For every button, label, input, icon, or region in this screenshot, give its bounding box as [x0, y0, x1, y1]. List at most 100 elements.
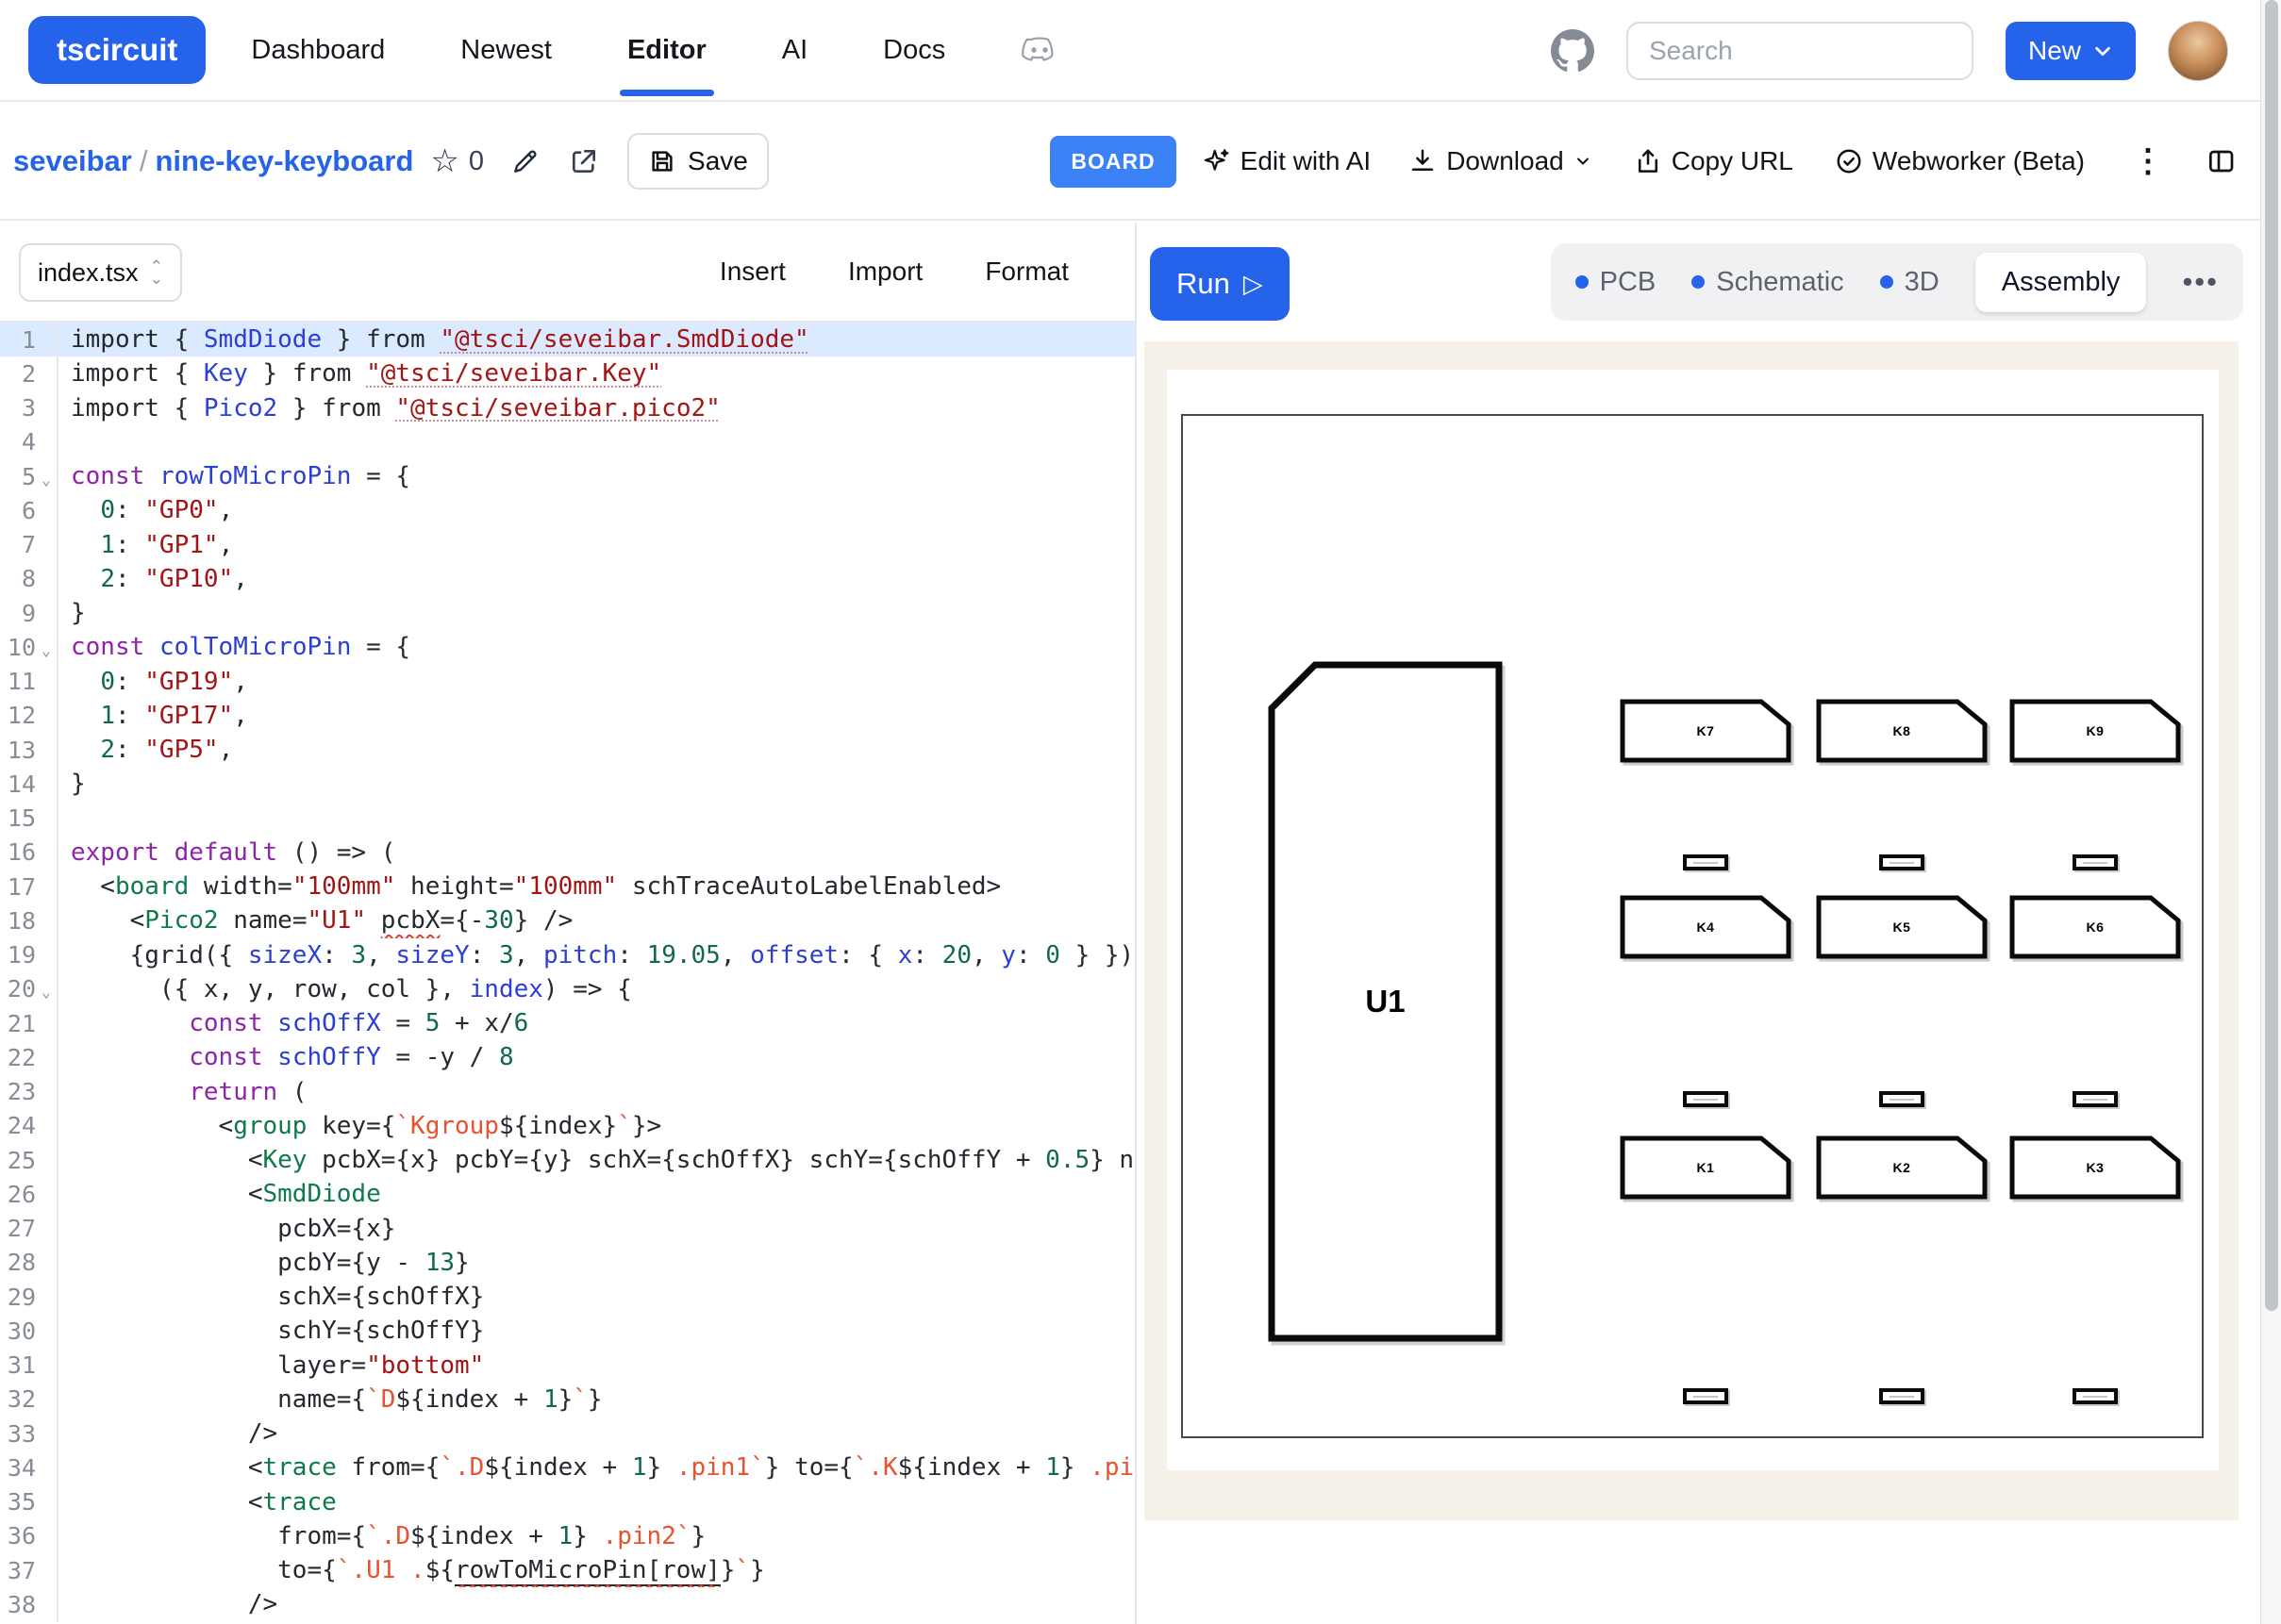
assembly-chip-u1[interactable]: U1: [1268, 661, 1503, 1342]
tab-pcb[interactable]: PCB: [1575, 267, 1657, 298]
code-line-4[interactable]: 4: [0, 425, 1135, 459]
code-line-1[interactable]: 1import { SmdDiode } from "@tsci/seveiba…: [0, 323, 1135, 356]
assembly-diode[interactable]: [2073, 1091, 2118, 1107]
breadcrumb: seveibar/nine-key-keyboard: [13, 144, 413, 178]
assembly-diode[interactable]: [2073, 854, 2118, 870]
download-button[interactable]: Download: [1408, 146, 1592, 176]
nav-item-docs[interactable]: Docs: [883, 0, 945, 100]
code-line-23[interactable]: 23 return (: [0, 1075, 1135, 1109]
code-line-31[interactable]: 31 layer="bottom": [0, 1349, 1135, 1383]
tabs-more-icon[interactable]: •••: [2182, 265, 2219, 299]
assembly-key-k5[interactable]: K5: [1816, 895, 1988, 959]
code-line-34[interactable]: 34 <trace from={`.D${index + 1} .pin1`} …: [0, 1450, 1135, 1484]
code-area[interactable]: 1import { SmdDiode } from "@tsci/seveiba…: [0, 323, 1135, 1622]
code-line-15[interactable]: 15: [0, 802, 1135, 836]
star-icon[interactable]: ☆: [430, 142, 458, 180]
nav-item-dashboard[interactable]: Dashboard: [251, 0, 385, 100]
assembly-diode[interactable]: [1879, 1388, 1924, 1404]
breadcrumb-project[interactable]: nine-key-keyboard: [155, 144, 413, 177]
code-line-7[interactable]: 7 1: "GP1",: [0, 528, 1135, 562]
code-line-12[interactable]: 12 1: "GP17",: [0, 699, 1135, 733]
scrollbar-thumb[interactable]: [2265, 0, 2278, 1311]
code-line-29[interactable]: 29 schX={schOffX}: [0, 1280, 1135, 1314]
copy-url-button[interactable]: Copy URL: [1634, 146, 1793, 176]
assembly-key-k2[interactable]: K2: [1816, 1135, 1988, 1200]
assembly-diode[interactable]: [1683, 1091, 1728, 1107]
new-button[interactable]: New: [2006, 22, 2136, 80]
code-line-19[interactable]: 19 {grid({ sizeX: 3, sizeY: 3, pitch: 19…: [0, 938, 1135, 972]
breadcrumb-owner[interactable]: seveibar: [13, 144, 132, 177]
webworker-toggle[interactable]: Webworker (Beta): [1835, 146, 2085, 176]
code-line-17[interactable]: 17 <board width="100mm" height="100mm" s…: [0, 870, 1135, 903]
assembly-key-k8[interactable]: K8: [1816, 699, 1988, 763]
fold-spacer: [36, 1500, 57, 1505]
assembly-key-k3[interactable]: K3: [2009, 1135, 2181, 1200]
code-line-20[interactable]: 20⌄ ({ x, y, row, col }, index) => {: [0, 972, 1135, 1006]
assembly-key-k1[interactable]: K1: [1620, 1135, 1791, 1200]
run-button[interactable]: Run ▷: [1150, 247, 1290, 321]
code-line-18[interactable]: 18 <Pico2 name="U1" pcbX={-30} />: [0, 903, 1135, 937]
code-line-2[interactable]: 2import { Key } from "@tsci/seveibar.Key…: [0, 356, 1135, 390]
discord-icon[interactable]: [1021, 35, 1058, 65]
assembly-diode[interactable]: [1683, 854, 1728, 870]
code-line-9[interactable]: 9}: [0, 596, 1135, 630]
file-select[interactable]: index.tsx ⌃⌄: [19, 243, 182, 302]
assembly-diode[interactable]: [1879, 1091, 1924, 1107]
code-line-37[interactable]: 37 to={`.U1 .${rowToMicroPin[row]}`}: [0, 1553, 1135, 1587]
tab-3d[interactable]: 3D: [1880, 267, 1940, 298]
code-line-22[interactable]: 22 const schOffY = -y / 8: [0, 1040, 1135, 1074]
assembly-diode[interactable]: [1683, 1388, 1728, 1404]
panel-layout-icon[interactable]: [2206, 146, 2236, 176]
tab-schematic[interactable]: Schematic: [1691, 267, 1843, 298]
code-line-6[interactable]: 6 0: "GP0",: [0, 493, 1135, 527]
fold-chevron-icon[interactable]: ⌄: [36, 977, 57, 1001]
page-scrollbar[interactable]: [2260, 0, 2281, 1624]
code-line-10[interactable]: 10⌄const colToMicroPin = {: [0, 630, 1135, 664]
code-line-5[interactable]: 5⌄const rowToMicroPin = {: [0, 459, 1135, 493]
nav-item-newest[interactable]: Newest: [460, 0, 552, 100]
tab-assembly[interactable]: Assembly: [1975, 253, 2147, 312]
code-line-3[interactable]: 3import { Pico2 } from "@tsci/seveibar.p…: [0, 391, 1135, 425]
fold-chevron-icon[interactable]: ⌄: [36, 465, 57, 489]
edit-with-ai-button[interactable]: Edit with AI: [1201, 146, 1372, 176]
code-line-36[interactable]: 36 from={`.D${index + 1} .pin2`}: [0, 1519, 1135, 1553]
nav-item-editor[interactable]: Editor: [627, 0, 707, 100]
assembly-key-k9[interactable]: K9: [2009, 699, 2181, 763]
code-line-24[interactable]: 24 <group key={`Kgroup${index}`}>: [0, 1109, 1135, 1143]
nav-item-ai[interactable]: AI: [782, 0, 808, 100]
kebab-menu-icon[interactable]: ⋮: [2132, 142, 2164, 180]
code-line-35[interactable]: 35 <trace: [0, 1485, 1135, 1519]
code-line-27[interactable]: 27 pcbX={x}: [0, 1212, 1135, 1246]
code-line-28[interactable]: 28 pcbY={y - 13}: [0, 1246, 1135, 1280]
code-line-38[interactable]: 38 />: [0, 1587, 1135, 1621]
search-input[interactable]: [1626, 22, 1973, 80]
assembly-key-k4[interactable]: K4: [1620, 895, 1791, 959]
code-line-16[interactable]: 16export default () => (: [0, 836, 1135, 870]
tscircuit-logo[interactable]: tscircuit: [28, 16, 206, 84]
assembly-key-k6[interactable]: K6: [2009, 895, 2181, 959]
code-line-30[interactable]: 30 schY={schOffY}: [0, 1314, 1135, 1348]
code-line-8[interactable]: 8 2: "GP10",: [0, 562, 1135, 596]
board-badge[interactable]: BOARD: [1050, 136, 1175, 188]
save-button[interactable]: Save: [627, 133, 769, 190]
code-line-25[interactable]: 25 <Key pcbX={x} pcbY={y} schX={schOffX}…: [0, 1143, 1135, 1177]
code-line-14[interactable]: 14}: [0, 767, 1135, 801]
editor-menu-insert[interactable]: Insert: [720, 257, 786, 287]
assembly-canvas[interactable]: U1 K7 K8 K9 K4 K5 K6 K1 K2 K3: [1144, 341, 2239, 1520]
github-icon[interactable]: [1551, 29, 1594, 73]
code-line-11[interactable]: 11 0: "GP19",: [0, 665, 1135, 699]
open-external-icon[interactable]: [569, 146, 599, 176]
assembly-diode[interactable]: [2073, 1388, 2118, 1404]
editor-menu-format[interactable]: Format: [985, 257, 1069, 287]
code-line-26[interactable]: 26 <SmdDiode: [0, 1177, 1135, 1211]
rename-pencil-icon[interactable]: [510, 146, 541, 176]
code-line-21[interactable]: 21 const schOffX = 5 + x/6: [0, 1006, 1135, 1040]
code-line-32[interactable]: 32 name={`D${index + 1}`}: [0, 1383, 1135, 1417]
assembly-key-k7[interactable]: K7: [1620, 699, 1791, 763]
code-line-13[interactable]: 13 2: "GP5",: [0, 733, 1135, 767]
user-avatar[interactable]: [2168, 21, 2228, 81]
editor-menu-import[interactable]: Import: [848, 257, 923, 287]
code-line-33[interactable]: 33 />: [0, 1417, 1135, 1450]
assembly-diode[interactable]: [1879, 854, 1924, 870]
fold-chevron-icon[interactable]: ⌄: [36, 636, 57, 659]
